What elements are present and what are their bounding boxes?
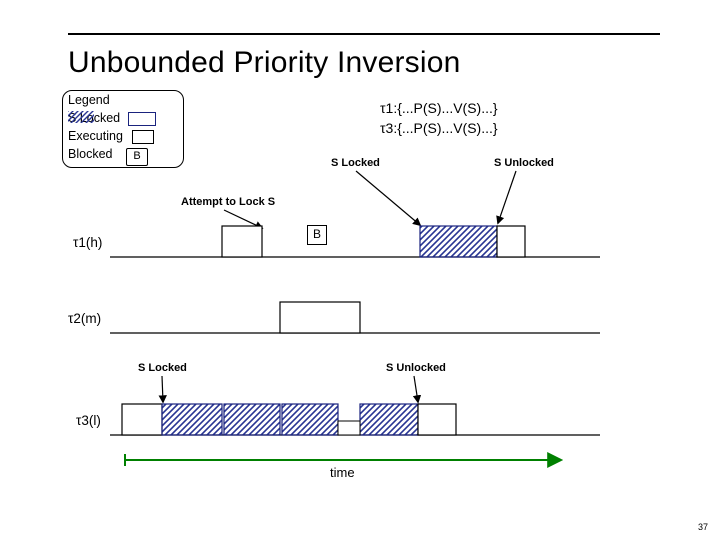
page-number: 37 bbox=[698, 522, 708, 532]
slide: Unbounded Priority Inversion Legend S Lo… bbox=[0, 0, 720, 540]
time-axis-label: time bbox=[330, 465, 355, 480]
timing-diagram-svg bbox=[0, 0, 720, 540]
